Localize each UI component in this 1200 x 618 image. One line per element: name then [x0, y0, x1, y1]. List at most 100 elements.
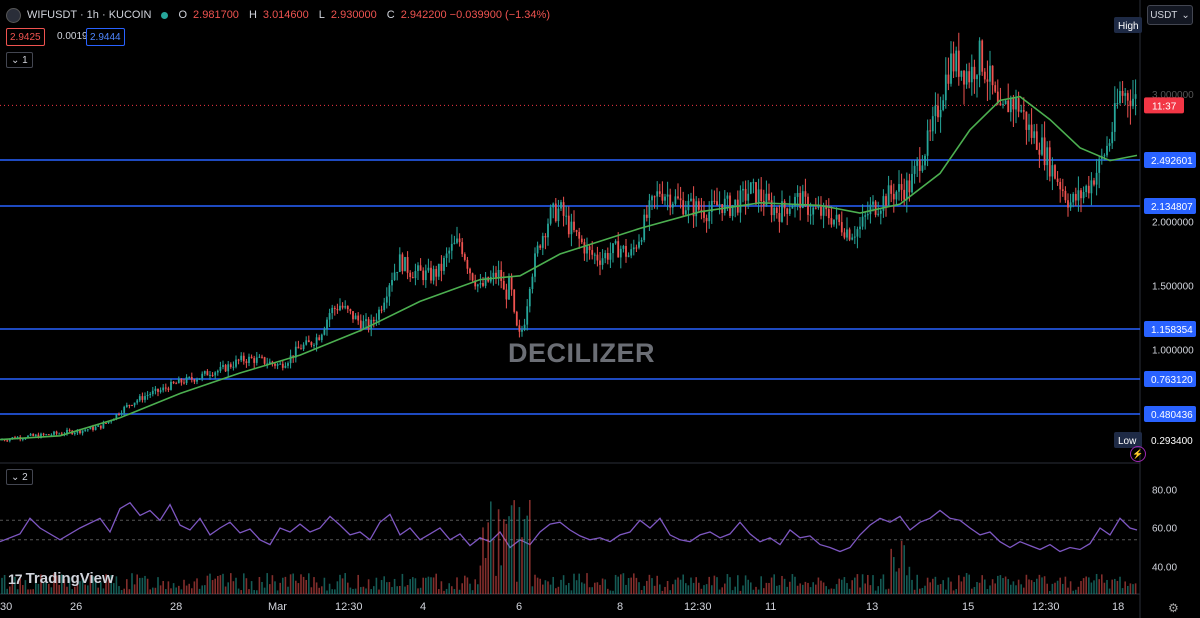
- sell-button[interactable]: 2.9425: [6, 28, 45, 46]
- candle-body: [393, 272, 396, 280]
- volume-bar: [178, 585, 180, 594]
- volume-bar: [955, 589, 957, 594]
- tradingview-logo[interactable]: 17 TradingView: [8, 570, 114, 587]
- volume-bar: [354, 588, 357, 594]
- candle-body: [630, 249, 633, 256]
- candle-body: [552, 203, 555, 208]
- candle-body: [609, 253, 612, 260]
- volume-bar: [820, 580, 822, 594]
- volume-bar: [295, 580, 297, 594]
- volume-bar: [625, 584, 627, 594]
- lightning-icon[interactable]: ⚡: [1130, 446, 1146, 462]
- candle-body: [656, 191, 659, 197]
- candle-body: [502, 280, 505, 290]
- volume-bar: [510, 505, 513, 594]
- candle-body: [994, 85, 997, 92]
- volume-bar: [638, 582, 640, 594]
- candle-body: [926, 130, 929, 156]
- price-axis-label: 1.500000: [1152, 282, 1194, 293]
- currency-select[interactable]: USDT ⌄: [1147, 5, 1193, 25]
- candle-body: [669, 194, 672, 208]
- volume-bar: [141, 577, 144, 594]
- volume-bar: [419, 587, 422, 594]
- volume-bar: [313, 577, 315, 594]
- volume-bar: [952, 590, 955, 594]
- volume-bar: [539, 578, 541, 594]
- volume-bar: [682, 574, 684, 594]
- candle-body: [778, 213, 781, 222]
- candle-body: [864, 215, 867, 217]
- candle-body: [432, 269, 435, 281]
- volume-bar: [622, 573, 625, 594]
- candle-body: [1046, 147, 1049, 166]
- candle-body: [939, 109, 942, 118]
- volume-bar: [71, 589, 73, 594]
- volume-bar: [703, 585, 705, 594]
- volume-bar: [789, 581, 791, 594]
- candle-body: [586, 246, 588, 254]
- candle-body: [339, 305, 341, 311]
- candle-body: [612, 243, 614, 254]
- candle-body: [1082, 192, 1085, 199]
- candle-body: [378, 309, 380, 320]
- volume-bar: [232, 581, 235, 594]
- pane-1-toggle[interactable]: ⌄ 1: [6, 52, 33, 68]
- candle-body: [443, 257, 445, 271]
- candle-body: [786, 208, 789, 214]
- volume-bar: [269, 584, 271, 594]
- symbol-title[interactable]: WIFUSDT · 1h · KUCOIN: [27, 9, 151, 21]
- volume-bar: [1033, 582, 1035, 594]
- volume-bar: [526, 515, 528, 594]
- volume-bar: [846, 583, 848, 594]
- volume-bar: [448, 583, 450, 594]
- candle-body: [287, 363, 289, 366]
- volume-bar: [1036, 578, 1038, 594]
- candle-body: [302, 344, 305, 350]
- candle-body: [1087, 185, 1090, 194]
- volume-bar: [347, 582, 349, 594]
- buy-button[interactable]: 2.9444: [86, 28, 125, 46]
- pane-2-toggle[interactable]: ⌄ 2: [6, 469, 33, 485]
- volume-bar: [183, 579, 185, 594]
- volume-bar: [968, 574, 970, 594]
- volume-bar: [256, 590, 258, 594]
- price-chart[interactable]: 2.5000002.0000001.5000001.0000003.000000…: [0, 0, 1200, 618]
- candle-body: [848, 229, 851, 240]
- candle-body: [388, 285, 391, 297]
- volume-bar: [159, 585, 162, 594]
- candle-body: [131, 405, 133, 407]
- candle-body: [508, 275, 510, 300]
- candle-body: [921, 165, 924, 171]
- volume-bar: [167, 581, 170, 594]
- volume-bar: [903, 545, 905, 594]
- candle-body: [1059, 182, 1062, 190]
- volume-bar: [984, 579, 986, 594]
- candle-body: [456, 238, 458, 243]
- volume-bar: [157, 577, 159, 594]
- candle-body: [687, 200, 690, 211]
- candle-body: [500, 269, 503, 281]
- candle-body: [900, 184, 903, 190]
- time-axis-label: 8: [617, 601, 623, 613]
- candle-body: [461, 242, 464, 255]
- candle-body: [136, 400, 139, 403]
- volume-bar: [698, 582, 700, 594]
- volume-bar: [266, 573, 268, 594]
- candle-body: [170, 381, 172, 390]
- candle-body: [705, 217, 708, 222]
- volume-bar: [986, 589, 989, 594]
- volume-bar: [227, 582, 229, 594]
- candle-body: [955, 50, 958, 72]
- candle-body: [653, 196, 656, 198]
- candle-body: [55, 431, 58, 434]
- volume-bar: [1098, 579, 1100, 594]
- rsi-axis-label: 60.00: [1152, 524, 1177, 535]
- price-axis-label: 1.000000: [1152, 346, 1194, 357]
- volume-bar: [880, 578, 882, 594]
- candle-body: [263, 357, 266, 364]
- candle-body: [414, 270, 417, 279]
- candle-body: [92, 426, 94, 430]
- settings-icon[interactable]: ⚙: [1168, 601, 1179, 615]
- candle-body: [1002, 104, 1004, 106]
- candle-body: [859, 226, 861, 230]
